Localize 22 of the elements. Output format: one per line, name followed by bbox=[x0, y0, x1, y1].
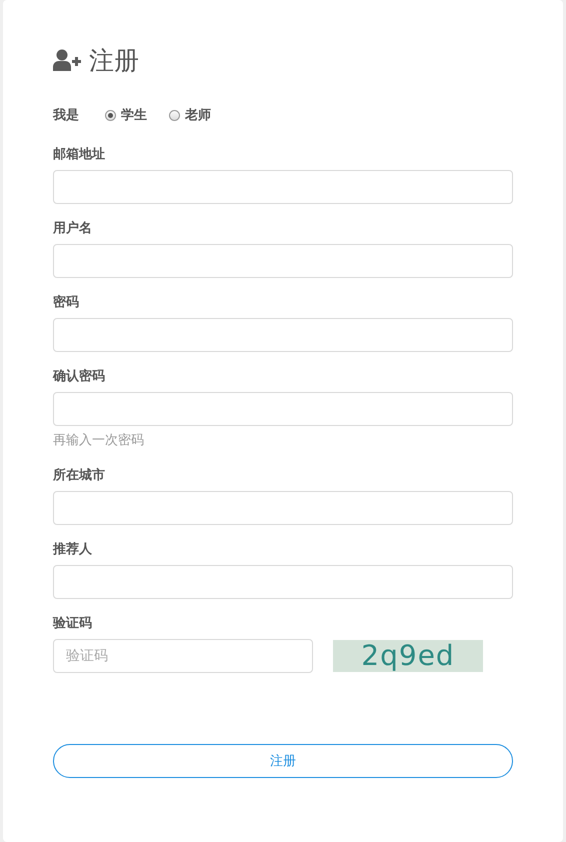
page-title: 注册 bbox=[89, 44, 139, 76]
radio-button[interactable] bbox=[169, 110, 180, 120]
field-label: 确认密码 bbox=[53, 368, 105, 386]
field-label: 用户名 bbox=[53, 220, 92, 238]
radio-label[interactable]: 学生 bbox=[121, 106, 147, 124]
input-field[interactable] bbox=[53, 565, 513, 599]
radio-label[interactable]: 老师 bbox=[185, 106, 211, 124]
role-label: 我是 bbox=[53, 107, 79, 124]
field-label: 密码 bbox=[53, 294, 79, 312]
field-label: 所在城市 bbox=[53, 466, 105, 485]
input-field[interactable] bbox=[53, 244, 513, 278]
input-field[interactable] bbox=[53, 392, 513, 426]
input-field[interactable] bbox=[53, 170, 513, 204]
radio-button[interactable] bbox=[105, 110, 116, 120]
field-label: 推荐人 bbox=[53, 541, 92, 559]
add-user-icon bbox=[53, 49, 81, 71]
field-label: 邮箱地址 bbox=[53, 146, 105, 164]
input-field[interactable] bbox=[53, 318, 513, 352]
field-label: 验证码 bbox=[53, 615, 92, 633]
input-field[interactable]: 验证码 bbox=[53, 639, 313, 673]
input-field[interactable] bbox=[53, 491, 513, 525]
help-text: 再输入一次密码 bbox=[53, 432, 144, 450]
